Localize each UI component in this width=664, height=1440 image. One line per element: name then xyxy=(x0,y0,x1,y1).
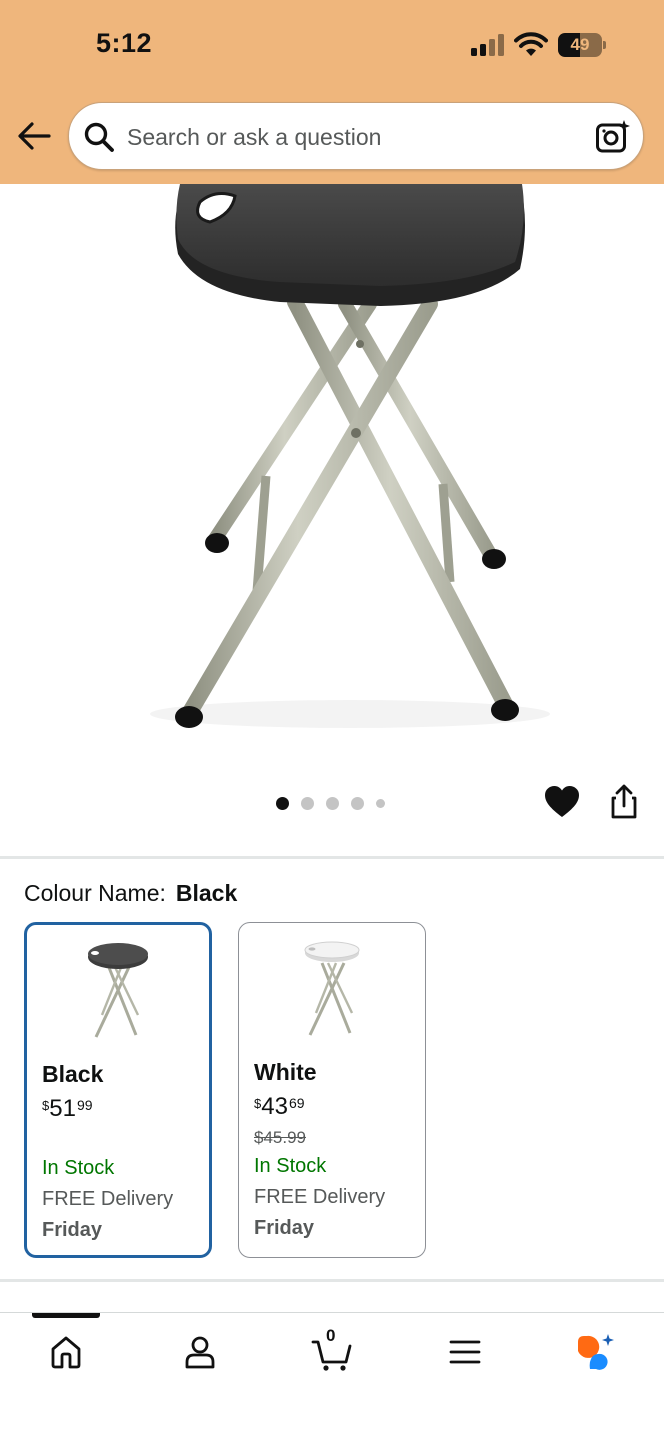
gallery-dot[interactable] xyxy=(326,796,339,810)
battery-percent: 49 xyxy=(570,35,590,54)
back-button[interactable] xyxy=(14,116,54,156)
status-time: 5:12 xyxy=(96,28,153,58)
section-divider xyxy=(0,856,664,859)
black-stool-thumbnail xyxy=(88,943,148,1038)
camera-lens-icon[interactable] xyxy=(595,119,631,155)
tab-account[interactable] xyxy=(178,1330,222,1374)
option-name: Black xyxy=(42,1061,104,1087)
colour-name-label: Colour Name: Black xyxy=(24,880,237,907)
gallery-pagination[interactable] xyxy=(276,796,385,810)
share-button[interactable] xyxy=(604,782,644,822)
menu-icon xyxy=(449,1340,481,1364)
option-name: White xyxy=(254,1059,317,1085)
colour-label-text: Colour Name: xyxy=(24,880,166,906)
availability-status: In Stock xyxy=(42,1157,115,1179)
share-icon xyxy=(611,784,637,819)
tab-home[interactable] xyxy=(44,1330,88,1374)
back-arrow-icon xyxy=(18,122,51,150)
option-price: $5199 xyxy=(42,1095,93,1123)
home-icon xyxy=(51,1336,81,1369)
white-stool-thumbnail xyxy=(304,941,360,1036)
tab-cart[interactable]: 0 xyxy=(310,1326,354,1374)
heart-icon xyxy=(545,786,579,817)
delivery-day: Friday xyxy=(254,1217,315,1239)
active-tab-indicator xyxy=(32,1313,100,1318)
gallery-dot[interactable] xyxy=(351,796,364,810)
delivery-text: FREE Delivery xyxy=(254,1186,386,1208)
price-whole: 43 xyxy=(261,1093,288,1120)
person-icon xyxy=(185,1336,215,1369)
cellular-signal-icon xyxy=(471,34,504,56)
app-header: 5:12 49 xyxy=(0,0,664,184)
status-bar: 5:12 49 xyxy=(0,0,664,90)
search-icon xyxy=(84,122,114,152)
price-fraction: 99 xyxy=(76,1097,93,1113)
option-price: $4369 xyxy=(254,1093,305,1121)
battery-icon: 49 xyxy=(558,33,606,57)
selected-colour-value: Black xyxy=(175,880,238,906)
section-divider xyxy=(0,1279,664,1282)
gallery-dot[interactable] xyxy=(276,796,289,810)
tab-rufus[interactable] xyxy=(574,1330,618,1374)
search-input[interactable] xyxy=(127,103,567,171)
price-whole: 51 xyxy=(49,1095,76,1122)
rufus-assistant-icon xyxy=(578,1334,614,1370)
colour-option-black[interactable]: Black $5199 In Stock FREE Delivery Frida… xyxy=(24,922,212,1258)
add-to-wishlist-button[interactable] xyxy=(542,782,582,822)
gallery-dot[interactable] xyxy=(376,798,385,808)
currency-symbol: $ xyxy=(42,1098,50,1113)
search-bar[interactable] xyxy=(68,102,644,171)
availability-status: In Stock xyxy=(254,1155,327,1177)
product-image[interactable] xyxy=(0,184,664,764)
list-price: $45.99 xyxy=(254,1128,306,1147)
delivery-text: FREE Delivery xyxy=(42,1188,174,1210)
wifi-icon xyxy=(514,32,548,56)
tab-menu[interactable] xyxy=(443,1330,487,1374)
cart-count-badge: 0 xyxy=(326,1326,336,1345)
folding-stool-image xyxy=(150,184,550,728)
gallery-dot[interactable] xyxy=(301,796,314,810)
price-fraction: 69 xyxy=(288,1095,305,1111)
currency-symbol: $ xyxy=(254,1096,262,1111)
colour-option-white[interactable]: White $4369 $45.99 In Stock FREE Deliver… xyxy=(238,922,426,1258)
delivery-day: Friday xyxy=(42,1219,103,1241)
